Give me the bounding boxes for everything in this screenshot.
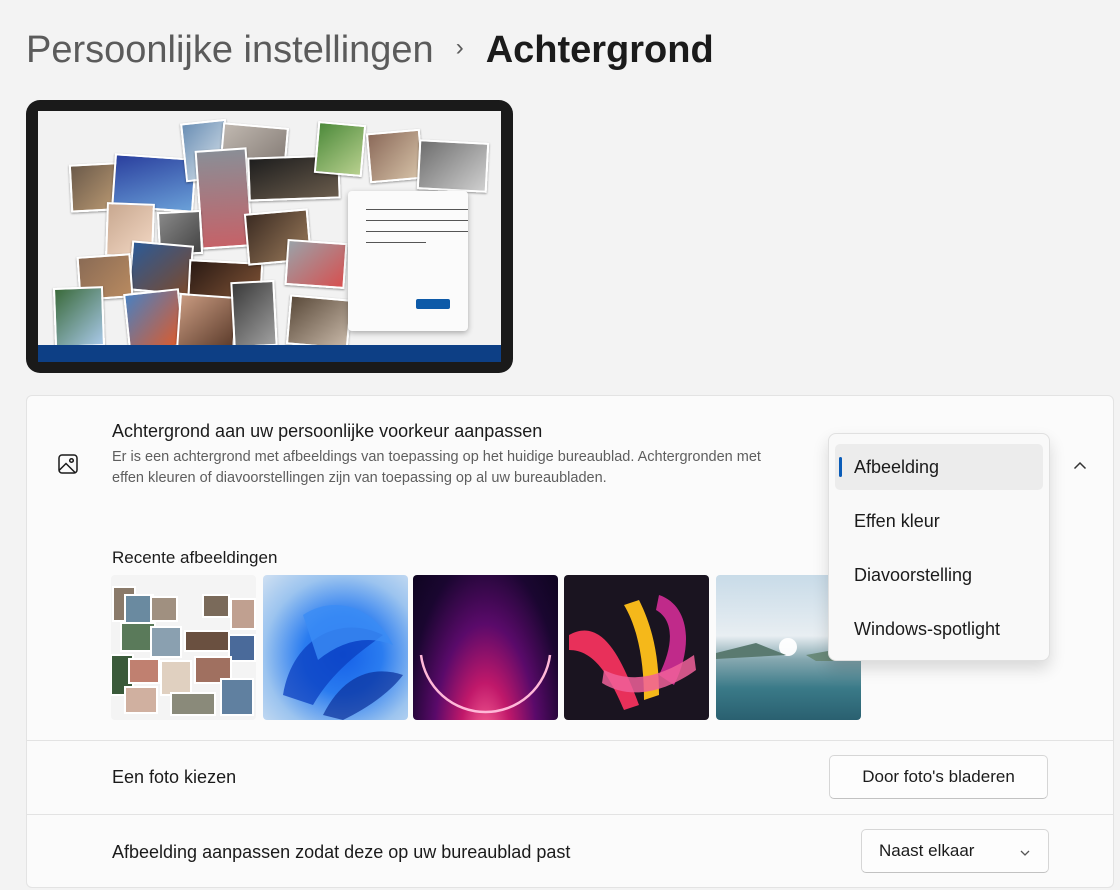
preview-photo xyxy=(52,286,106,348)
preview-line xyxy=(366,209,468,210)
fit-dropdown-value: Naast elkaar xyxy=(879,841,975,860)
recent-image-collage[interactable] xyxy=(111,575,256,720)
preview-photo xyxy=(285,294,353,350)
preview-line xyxy=(366,231,468,232)
preview-photo xyxy=(230,279,278,349)
chevron-down-icon xyxy=(1018,845,1032,859)
preview-window xyxy=(348,191,468,331)
background-setting-description: Er is een achtergrond met afbeeldings va… xyxy=(112,449,761,486)
chevron-right-icon: › xyxy=(455,34,464,61)
menu-item-label: Afbeelding xyxy=(854,456,940,477)
choose-photo-label: Een foto kiezen xyxy=(112,767,237,787)
background-type-menu: Afbeelding Effen kleur Diavoorstelling W… xyxy=(828,433,1050,661)
preview-line xyxy=(366,220,468,221)
breadcrumb: Persoonlijke instellingen › Achtergrond xyxy=(26,26,714,74)
breadcrumb-parent[interactable]: Persoonlijke instellingen xyxy=(26,29,434,72)
chevron-up-icon[interactable] xyxy=(1070,456,1090,476)
selection-indicator xyxy=(839,457,842,477)
page-title: Achtergrond xyxy=(485,28,714,71)
preview-photo xyxy=(194,147,254,250)
menu-item-diavoorstelling[interactable]: Diavoorstelling xyxy=(835,552,1043,598)
recent-image-glow[interactable] xyxy=(413,575,558,720)
preview-taskbar xyxy=(38,345,501,362)
preview-photo xyxy=(416,139,490,193)
preview-line xyxy=(366,242,426,243)
recent-image-bloom[interactable] xyxy=(263,575,408,720)
preview-photo xyxy=(313,121,367,177)
menu-item-afbeelding[interactable]: Afbeelding xyxy=(835,444,1043,490)
preview-photo xyxy=(365,128,425,184)
background-setting-title: Achtergrond aan uw persoonlijke voorkeur… xyxy=(112,421,543,441)
recent-image-ribbons[interactable] xyxy=(564,575,709,720)
desktop-preview xyxy=(26,100,513,373)
picture-icon xyxy=(56,452,80,476)
preview-screen xyxy=(38,111,501,362)
preview-photo xyxy=(284,238,348,290)
menu-item-windows-spotlight[interactable]: Windows-spotlight xyxy=(835,606,1043,652)
menu-item-effen-kleur[interactable]: Effen kleur xyxy=(835,498,1043,544)
preview-photo xyxy=(127,240,195,296)
fit-dropdown[interactable]: Naast elkaar xyxy=(861,829,1049,873)
fit-label: Afbeelding aanpassen zodat deze op uw bu… xyxy=(112,842,571,862)
preview-button xyxy=(416,299,450,309)
preview-photo xyxy=(176,293,238,351)
menu-item-label: Diavoorstelling xyxy=(854,564,973,585)
menu-item-label: Effen kleur xyxy=(854,510,940,531)
browse-photos-button[interactable]: Door foto's bladeren xyxy=(829,755,1048,799)
menu-item-label: Windows-spotlight xyxy=(854,618,1001,639)
recent-images-title: Recente afbeeldingen xyxy=(112,548,278,567)
